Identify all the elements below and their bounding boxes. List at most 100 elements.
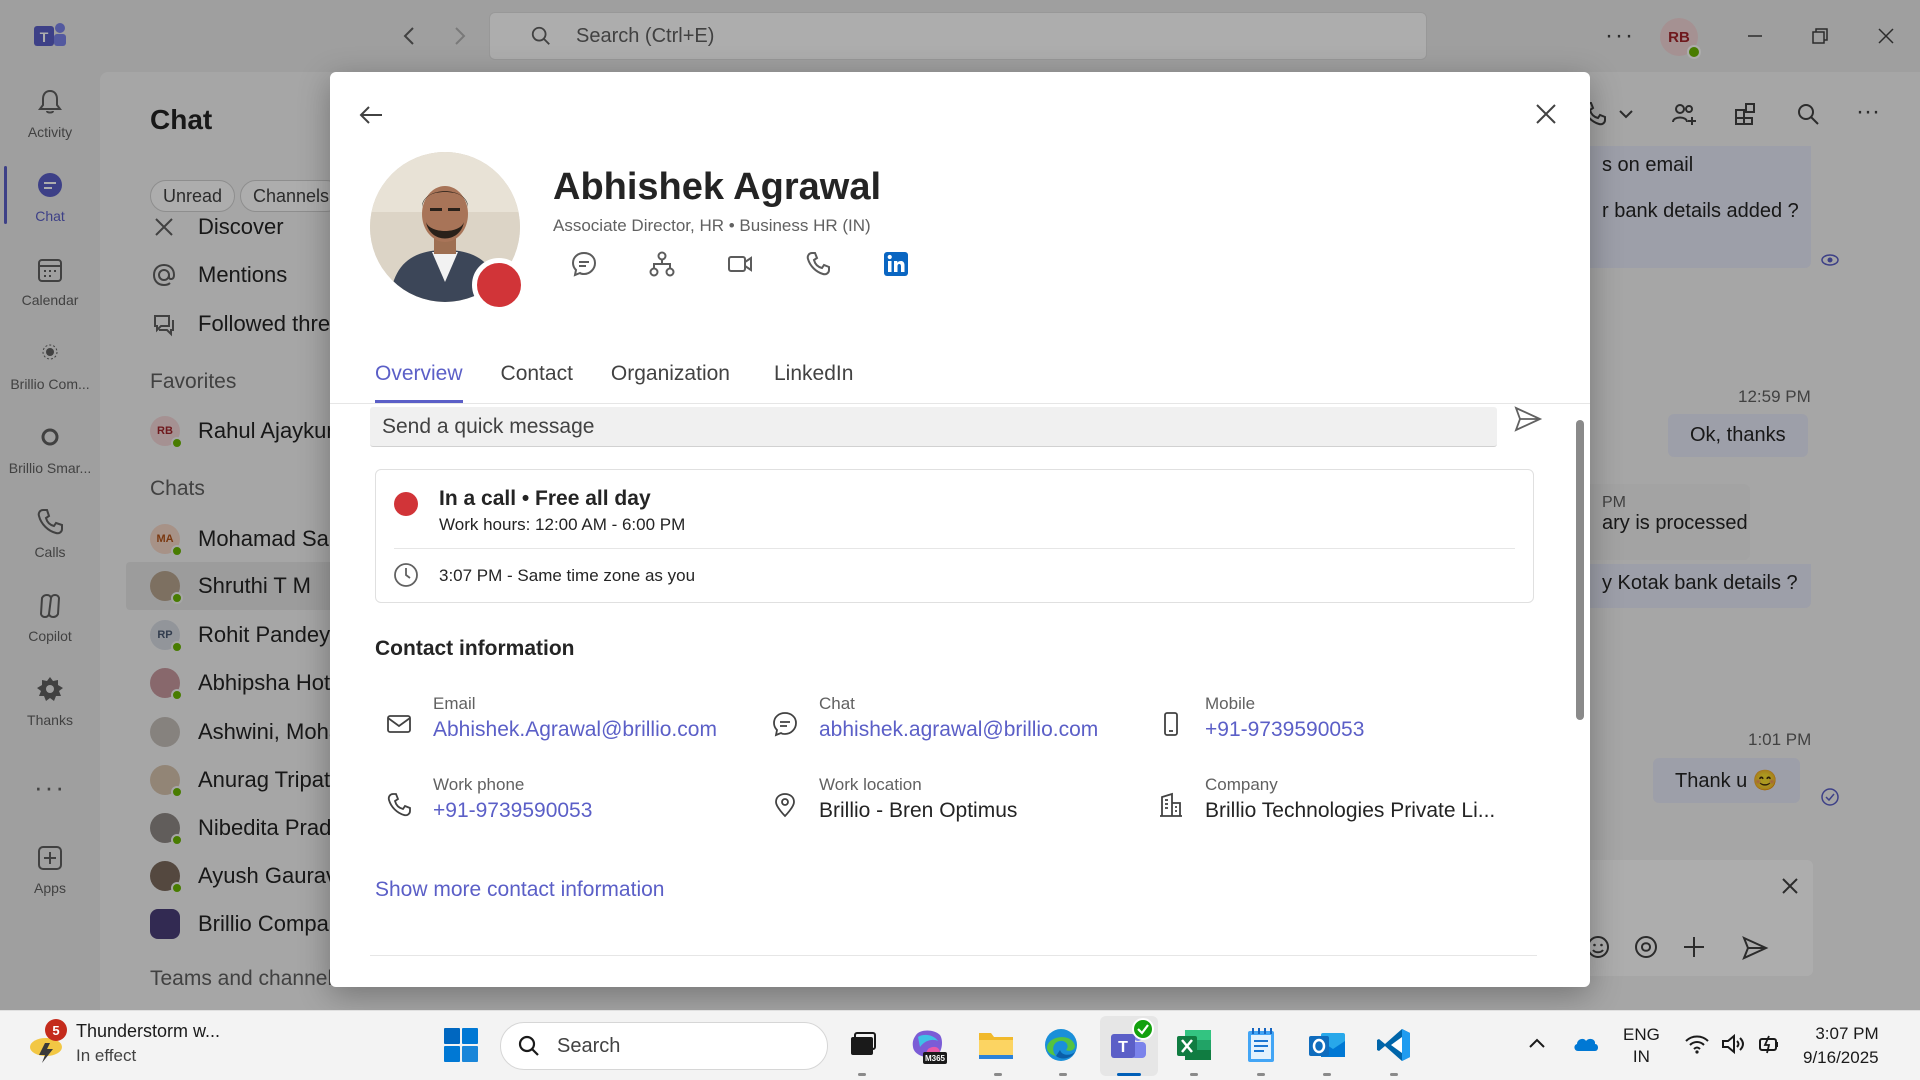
outlook-icon [1309,1033,1345,1057]
file-explorer-app[interactable] [975,1024,1017,1066]
email-label: Email [433,694,476,713]
notepad-icon [1248,1028,1274,1062]
profile-role: Associate Director, HR • Business HR (IN… [553,216,871,235]
contact-email: Email Abhishek.Agrawal@brillio.com [375,694,735,754]
availability-card: In a call • Free all day Work hours: 12:… [375,469,1534,603]
m365-icon: M365 [912,1030,947,1064]
weather-title[interactable]: Thunderstorm w... [76,1021,220,1042]
chat-icon [773,712,797,737]
windows-start-icon[interactable] [443,1027,479,1063]
clock-time: 3:07 PM [1815,1024,1879,1043]
onedrive-cloud-icon[interactable] [1571,1031,1601,1057]
local-time: 3:07 PM - Same time zone as you [439,566,696,585]
profile-actions [570,250,910,278]
clock-icon [394,563,418,587]
windows-taskbar: 5 Thunderstorm w... In effect Search M36… [0,1010,1920,1080]
mobile-phone-icon [1164,712,1178,736]
video-call-icon[interactable] [726,250,754,278]
chat-icon[interactable] [570,250,598,278]
profile-tabs: Overview Contact Organization LinkedIn [375,362,853,403]
contact-chat: Chat abhishek.agrawal@brillio.com [761,694,1121,754]
quick-message-placeholder: Send a quick message [382,414,595,438]
workphone-link[interactable]: +91-9739590053 [433,799,592,823]
divider [394,548,1515,549]
location-label: Work location [819,775,922,794]
running-indicator [1323,1073,1331,1076]
running-indicator [1059,1073,1067,1076]
divider [370,955,1537,956]
tab-contact[interactable]: Contact [501,362,573,403]
taskbar-search[interactable]: Search [500,1022,828,1070]
taskbar-search-label: Search [557,1034,621,1057]
contact-info-heading: Contact information [375,637,575,660]
outlook-app[interactable] [1306,1024,1348,1066]
running-indicator [994,1073,1002,1076]
excel-app[interactable] [1173,1024,1215,1066]
excel-icon [1177,1030,1211,1060]
workphone-label: Work phone [433,775,525,794]
presence-busy-icon [394,492,418,516]
tab-divider [330,403,1590,404]
wifi-icon[interactable] [1684,1031,1710,1057]
edge-app[interactable] [1040,1024,1082,1066]
svg-text:T: T [1118,1039,1128,1056]
teams-app[interactable]: T [1108,1018,1154,1066]
contact-location: Work location Brillio - Bren Optimus [761,775,1121,835]
send-icon[interactable] [1513,404,1543,434]
building-icon [1160,792,1182,817]
task-view-icon [851,1032,876,1055]
system-clock[interactable]: 3:07 PM 9/16/2025 [1803,1022,1879,1070]
weather-subtitle: In effect [76,1046,137,1065]
edge-browser-icon [1045,1029,1077,1061]
search-icon [518,1035,539,1056]
chevron-up-icon[interactable] [1524,1031,1550,1057]
scrollbar-thumb[interactable] [1576,420,1584,720]
language-code: ENG [1623,1025,1660,1044]
work-hours: Work hours: 12:00 AM - 6:00 PM [439,515,686,534]
audio-call-icon[interactable] [804,250,832,278]
mobile-link[interactable]: +91-9739590053 [1205,718,1364,742]
profile-card-dialog: Abhishek Agrawal Associate Director, HR … [330,72,1590,987]
task-view-app[interactable] [842,1024,884,1066]
show-more-contact-link[interactable]: Show more contact information [375,878,664,902]
tab-organization[interactable]: Organization [611,362,730,403]
presence-status: In a call • Free all day [439,487,651,510]
notepad-app[interactable] [1240,1024,1282,1066]
weather-alert-badge: 5 [45,1019,67,1041]
contact-workphone: Work phone +91-9739590053 [375,775,735,835]
m365-copilot-app[interactable]: M365 [907,1024,949,1066]
notification-check-icon [1132,1018,1154,1040]
tab-linkedin[interactable]: LinkedIn [774,362,853,403]
profile-name: Abhishek Agrawal [553,166,882,208]
close-icon[interactable] [1532,100,1560,128]
region-code: IN [1632,1047,1650,1066]
chat-link[interactable]: abhishek.agrawal@brillio.com [819,718,1098,742]
chat-label: Chat [819,694,855,713]
back-arrow-icon[interactable] [356,100,386,130]
running-indicator [1257,1073,1265,1076]
running-indicator [1190,1073,1198,1076]
vscode-icon [1377,1029,1410,1061]
clock-date: 9/16/2025 [1803,1048,1879,1067]
company-value: Brillio Technologies Private Li... [1205,799,1496,822]
contact-company: Company Brillio Technologies Private Li.… [1147,775,1507,835]
m365-badge-text: M365 [925,1054,946,1063]
vscode-app[interactable] [1373,1024,1415,1066]
location-value: Brillio - Bren Optimus [819,799,1018,822]
email-link[interactable]: Abhishek.Agrawal@brillio.com [433,718,717,742]
contact-mobile: Mobile +91-9739590053 [1147,694,1507,754]
battery-charging-icon[interactable] [1755,1031,1781,1057]
company-label: Company [1205,775,1278,794]
running-indicator [1390,1073,1398,1076]
org-chart-icon[interactable] [648,250,676,278]
phone-icon [387,793,411,817]
tab-overview[interactable]: Overview [375,362,463,403]
presence-busy-icon [472,258,526,312]
mobile-label: Mobile [1205,694,1256,713]
location-pin-icon [775,793,795,818]
language-indicator[interactable]: ENG IN [1623,1024,1660,1068]
volume-icon[interactable] [1720,1031,1746,1057]
quick-message-input[interactable]: Send a quick message [370,407,1497,447]
folder-icon [979,1033,1013,1059]
linkedin-icon[interactable] [882,250,910,278]
